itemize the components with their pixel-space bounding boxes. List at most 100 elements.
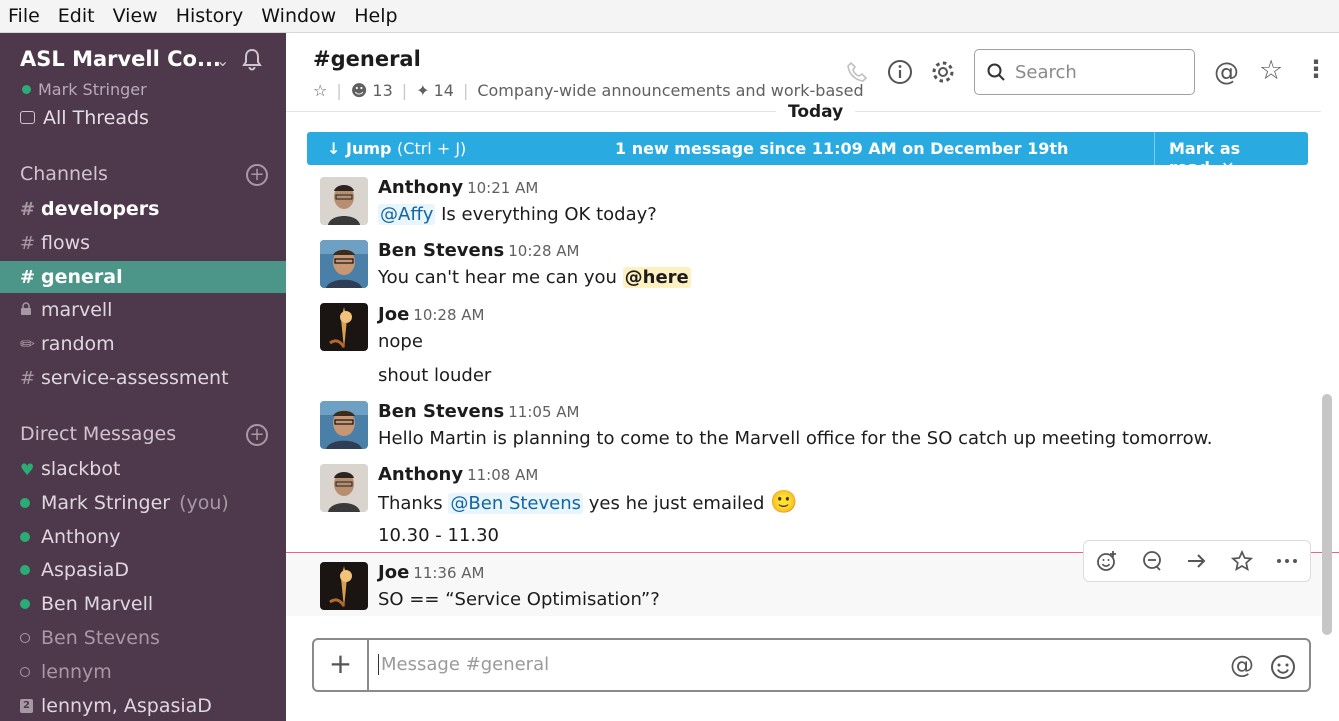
workspace-name[interactable]: ASL Marvell Co... bbox=[20, 47, 221, 71]
pin-count[interactable]: 14 bbox=[434, 81, 454, 100]
here-mention[interactable]: @here bbox=[622, 267, 691, 288]
message-author[interactable]: Joe bbox=[378, 562, 409, 583]
add-reaction-icon[interactable] bbox=[1084, 541, 1129, 581]
message-author[interactable]: Ben Stevens bbox=[378, 401, 504, 422]
gear-icon[interactable] bbox=[930, 59, 956, 85]
message-author[interactable]: Ben Stevens bbox=[378, 240, 504, 261]
dm-item-group[interactable]: 2 lennym, AspasiaD bbox=[0, 690, 286, 721]
reply-thread-icon[interactable] bbox=[1129, 541, 1174, 581]
dm-label: Ben Marvell bbox=[41, 593, 154, 615]
pin-icon[interactable]: ✦ bbox=[416, 81, 429, 100]
sidebar-item-developers[interactable]: # developers bbox=[0, 193, 286, 225]
sidebar-item-general[interactable]: # general bbox=[0, 261, 286, 293]
search-input[interactable]: Search bbox=[974, 49, 1195, 95]
channel-title[interactable]: #general bbox=[313, 47, 421, 71]
message-author[interactable]: Joe bbox=[378, 304, 409, 325]
dm-item-aspasiad[interactable]: AspasiaD bbox=[0, 554, 286, 586]
attach-plus-icon[interactable]: + bbox=[314, 640, 369, 690]
menu-view[interactable]: View bbox=[113, 5, 158, 27]
dm-item-slackbot[interactable]: ♥ slackbot bbox=[0, 453, 286, 485]
hash-icon: # bbox=[20, 198, 36, 220]
message-time[interactable]: 10:28 AM bbox=[508, 242, 579, 260]
star-icon[interactable] bbox=[1220, 541, 1265, 581]
avatar[interactable] bbox=[320, 177, 368, 225]
message-time[interactable]: 10:28 AM bbox=[413, 306, 484, 324]
chevron-down-icon[interactable]: ⌄ bbox=[216, 51, 229, 70]
avatar[interactable] bbox=[320, 562, 368, 610]
dm-item-lennym[interactable]: lennym bbox=[0, 656, 286, 688]
channel-label: developers bbox=[41, 198, 160, 220]
presence-online-icon bbox=[20, 532, 30, 542]
message-header: Joe 10:28 AM bbox=[378, 304, 484, 325]
dm-label: lennym bbox=[41, 661, 112, 683]
menu-history[interactable]: History bbox=[176, 5, 244, 27]
scrollbar[interactable] bbox=[1322, 394, 1332, 635]
info-icon[interactable] bbox=[887, 59, 913, 85]
message-body-followup: shout louder bbox=[378, 365, 492, 386]
message-time[interactable]: 11:36 AM bbox=[413, 564, 484, 582]
message-time[interactable]: 11:05 AM bbox=[508, 403, 579, 421]
dm-label: AspasiaD bbox=[41, 559, 130, 581]
mark-as-read-button[interactable]: Mark as read ✕ bbox=[1154, 132, 1308, 177]
user-mention[interactable]: @Ben Stevens bbox=[448, 493, 584, 514]
channel-label: marvell bbox=[41, 299, 113, 321]
jump-button[interactable]: ↓ Jump (Ctrl + J) bbox=[327, 139, 466, 158]
channels-heading[interactable]: Channels bbox=[20, 163, 108, 185]
menu-file[interactable]: File bbox=[8, 5, 40, 27]
add-dm-icon[interactable]: + bbox=[246, 424, 268, 446]
more-vertical-icon[interactable]: ⋮ bbox=[1304, 55, 1330, 83]
sidebar-item-random[interactable]: ✏ random bbox=[0, 328, 286, 360]
message-header: Anthony 10:21 AM bbox=[378, 177, 538, 198]
message-actions bbox=[1083, 540, 1311, 582]
mention-icon[interactable]: @ bbox=[1230, 651, 1254, 679]
share-arrow-icon[interactable] bbox=[1174, 541, 1219, 581]
dm-label: Mark Stringer bbox=[41, 492, 171, 514]
dm-item-ben-stevens[interactable]: Ben Stevens bbox=[0, 622, 286, 654]
menu-window[interactable]: Window bbox=[261, 5, 336, 27]
message-composer[interactable]: + Message #general @ bbox=[312, 638, 1311, 692]
presence-online-icon bbox=[20, 599, 30, 609]
search-icon bbox=[987, 63, 1005, 81]
dm-item-anthony[interactable]: Anthony bbox=[0, 521, 286, 553]
direct-messages-heading[interactable]: Direct Messages bbox=[20, 423, 176, 445]
sidebar-item-marvell[interactable]: marvell bbox=[0, 294, 286, 326]
user-mention[interactable]: @Affy bbox=[378, 204, 436, 225]
message-time[interactable]: 10:21 AM bbox=[467, 179, 538, 197]
menu-edit[interactable]: Edit bbox=[58, 5, 95, 27]
dm-item-ben-marvell[interactable]: Ben Marvell bbox=[0, 588, 286, 620]
star-icon[interactable]: ☆ bbox=[1259, 55, 1285, 86]
dm-item-mark-stringer[interactable]: Mark Stringer (you) bbox=[0, 487, 286, 519]
members-icon[interactable]: ☻ bbox=[351, 81, 368, 100]
message-text: You can't hear me can you @here bbox=[378, 267, 691, 288]
smile-emoji-icon[interactable]: 🙂 bbox=[770, 490, 797, 515]
message-input-placeholder[interactable]: Message #general bbox=[378, 654, 549, 675]
add-channel-icon[interactable]: + bbox=[246, 164, 268, 186]
star-outline-icon[interactable]: ☆ bbox=[313, 81, 327, 100]
bell-icon[interactable] bbox=[241, 47, 263, 71]
message-author[interactable]: Anthony bbox=[378, 177, 463, 198]
member-count[interactable]: 13 bbox=[372, 81, 392, 100]
sidebar-item-flows[interactable]: # flows bbox=[0, 227, 286, 259]
current-user: Mark Stringer bbox=[22, 80, 147, 99]
emoji-picker-icon[interactable] bbox=[1270, 654, 1296, 680]
more-horizontal-icon[interactable] bbox=[1265, 541, 1310, 581]
avatar[interactable] bbox=[320, 464, 368, 512]
message-author[interactable]: Anthony bbox=[378, 464, 463, 485]
new-messages-banner[interactable]: ↓ Jump (Ctrl + J) 1 new message since 11… bbox=[307, 132, 1308, 177]
dm-label: lennym, AspasiaD bbox=[41, 695, 212, 717]
sidebar-item-service-assessment[interactable]: # service-assessment bbox=[0, 362, 286, 394]
message-body-pre: Thanks bbox=[378, 493, 443, 514]
dm-label: Anthony bbox=[41, 526, 121, 548]
message-time[interactable]: 11:08 AM bbox=[467, 466, 538, 484]
day-divider-label: Today bbox=[776, 102, 856, 122]
mentions-icon[interactable]: @ bbox=[1214, 57, 1240, 86]
avatar[interactable] bbox=[320, 303, 368, 351]
close-icon[interactable]: ✕ bbox=[1221, 158, 1234, 177]
phone-icon[interactable] bbox=[844, 59, 870, 85]
channel-topic[interactable]: Company-wide announcements and work-base… bbox=[477, 81, 863, 100]
message-header: Ben Stevens 11:05 AM bbox=[378, 401, 579, 422]
menu-help[interactable]: Help bbox=[354, 5, 397, 27]
avatar[interactable] bbox=[320, 401, 368, 449]
avatar[interactable] bbox=[320, 240, 368, 288]
sidebar-item-all-threads[interactable]: All Threads bbox=[20, 107, 149, 129]
